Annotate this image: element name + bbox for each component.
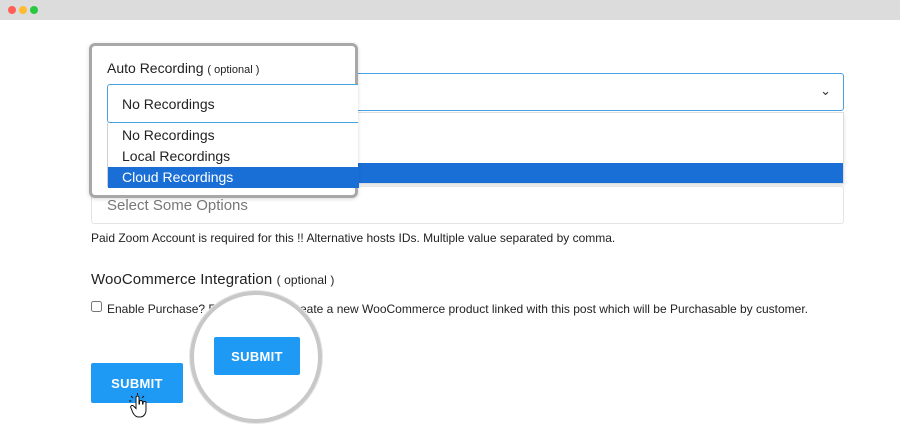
auto-recording-selected-value: No Recordings <box>122 96 215 112</box>
auto-recording-optional-tag: ( optional ) <box>207 64 260 76</box>
minimize-window-dot[interactable] <box>19 6 27 14</box>
close-window-dot[interactable] <box>8 6 16 14</box>
window-titlebar <box>0 0 900 20</box>
hand-pointer-icon <box>129 393 147 418</box>
enable-purchase-checkbox[interactable] <box>91 301 102 312</box>
auto-recording-select-zoomed[interactable]: No Recordings <box>107 84 358 123</box>
chevron-down-icon: ⌄ <box>820 83 831 98</box>
auto-recording-options-list[interactable]: No Recordings Local Recordings Cloud Rec… <box>107 123 359 188</box>
woocommerce-optional-tag: ( optional ) <box>276 273 335 287</box>
woocommerce-title-text: WooCommerce Integration <box>91 271 273 288</box>
maximize-window-dot[interactable] <box>30 6 38 14</box>
auto-recording-label-text: Auto Recording <box>107 60 204 76</box>
submit-button-zoomed[interactable]: SUBMIT <box>214 337 300 375</box>
enable-purchase-label[interactable]: Enable Purchase? E <box>107 302 216 316</box>
auto-recording-zoom-panel: Auto Recording ( optional ) No Recording… <box>89 43 359 198</box>
woocommerce-section-title: WooCommerce Integration ( optional ) <box>91 271 334 288</box>
option-local-recordings[interactable]: Local Recordings <box>108 146 359 167</box>
auto-recording-label: Auto Recording ( optional ) <box>107 60 259 76</box>
option-cloud-recordings[interactable]: Cloud Recordings <box>108 167 359 188</box>
alternative-hosts-help-text: Paid Zoom Account is required for this !… <box>91 231 616 245</box>
option-no-recordings[interactable]: No Recordings <box>108 125 359 146</box>
alternative-hosts-placeholder: Select Some Options <box>107 197 248 214</box>
enable-purchase-description: reate a new WooCommerce product linked w… <box>296 302 809 316</box>
